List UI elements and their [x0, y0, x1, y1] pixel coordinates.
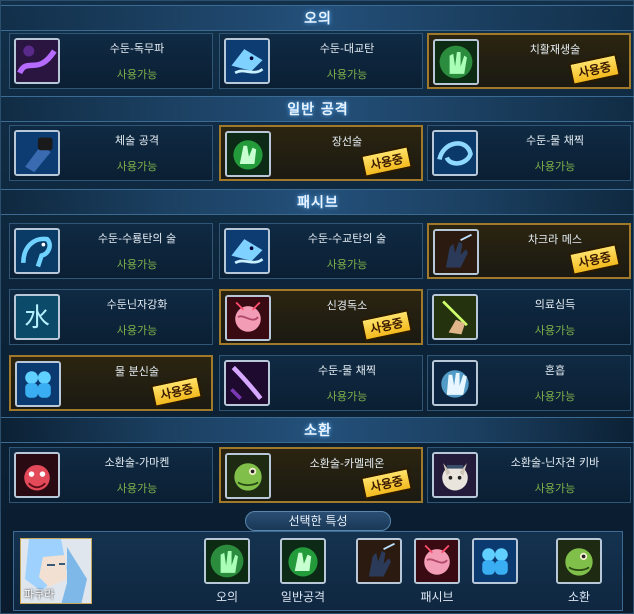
brain-icon: [225, 295, 271, 341]
skill-card[interactable]: 물 분신술 사용중: [9, 355, 213, 411]
healing-hand-icon: [433, 39, 479, 85]
skill-name: 수둔닌자강화: [106, 298, 168, 311]
glowing-hand-icon: [432, 360, 478, 406]
skill-status: 사용가능: [116, 324, 158, 337]
section-title: 오의: [304, 11, 332, 27]
skill-card[interactable]: 신경독소 사용중: [219, 289, 423, 345]
skill-name: 수둔-물 채찍: [525, 134, 585, 147]
skill-name: 체술 공격: [115, 134, 159, 147]
skill-status: 사용가능: [116, 258, 158, 271]
skill-name: 수둔-대교탄: [319, 42, 375, 55]
slot-passive-brain-icon[interactable]: [414, 538, 460, 584]
in-use-badge: 사용중: [568, 243, 621, 276]
slot-normal-green-palm-icon[interactable]: [280, 538, 326, 584]
skill-status: 사용가능: [534, 390, 576, 403]
in-use-badge: 사용중: [568, 53, 621, 86]
section-title: 소환: [304, 423, 332, 439]
purple-blade-icon: [224, 360, 270, 406]
section-header-ougi: 오의: [1, 5, 634, 31]
skill-status: 사용가능: [116, 68, 158, 81]
ninja-dog-icon: [432, 452, 478, 498]
chakra-glove-icon: [433, 229, 479, 275]
section-header-normal: 일반 공격: [1, 96, 634, 122]
skill-card[interactable]: 수둔-독무파사용가능: [9, 33, 213, 89]
skill-card[interactable]: 의료심득사용가능: [427, 289, 631, 345]
selected-traits-bar: 파쿠라 오의 일반공격 패시브 소환: [13, 531, 623, 611]
skill-card[interactable]: 소환술-닌자견 키바사용가능: [427, 447, 631, 503]
skill-card[interactable]: 장선술 사용중: [219, 125, 423, 181]
skill-name: 의료심득: [534, 298, 576, 311]
section-header-summon: 소환: [1, 417, 634, 443]
skill-status: 사용가능: [326, 258, 368, 271]
section-title: 패시브: [297, 195, 339, 211]
skill-card[interactable]: 水 수둔닌자강화사용가능: [9, 289, 213, 345]
red-toad-icon: [14, 452, 60, 498]
skill-card[interactable]: 혼흡사용가능: [427, 355, 631, 411]
fist-icon: [14, 130, 60, 176]
needle-hand-icon: [432, 294, 478, 340]
section-header-passive: 패시브: [1, 189, 634, 215]
skill-card[interactable]: 치활재생술 사용중: [427, 33, 631, 89]
purple-wave-icon: [14, 38, 60, 84]
character-name: 파쿠라: [24, 588, 55, 601]
skill-selection-panel: 오의 일반 공격 패시브 소환 수둔-독무파 사용가능 수둔-대교탄 사용가능 치활재생…: [0, 0, 634, 614]
slot-ougi-healing-hand-icon[interactable]: [204, 538, 250, 584]
water-clone-icon: [15, 361, 61, 407]
in-use-badge: 사용중: [360, 467, 413, 500]
skill-card[interactable]: 소환술-카멜레온 사용중: [219, 447, 423, 503]
skill-card[interactable]: 소환술-가마켄사용가능: [9, 447, 213, 503]
shark-icon: [224, 38, 270, 84]
slot-label-passive: 패시브: [420, 590, 454, 604]
skill-status: 사용가능: [116, 160, 158, 173]
water-dragon-icon: [14, 228, 60, 274]
skill-status: 사용가능: [534, 324, 576, 337]
skill-name: 수둔-수교탄의 술: [307, 232, 387, 245]
skill-name: 수둔-수룡탄의 술: [97, 232, 177, 245]
skill-name: 수둔-독무파: [109, 42, 165, 55]
slot-passive-water-clone-icon[interactable]: [472, 538, 518, 584]
skill-card[interactable]: 차크라 메스 사용중: [427, 223, 631, 279]
skill-name: 소환술-닌자견 키바: [510, 456, 600, 469]
skill-card[interactable]: 수둔-수룡탄의 술사용가능: [9, 223, 213, 279]
skill-card[interactable]: 수둔-대교탄사용가능: [219, 33, 423, 89]
water-kanji-icon: 水: [14, 294, 60, 340]
water-whip-icon: [432, 130, 478, 176]
in-use-badge: 사용중: [360, 309, 413, 342]
slot-label-normal: 일반공격: [280, 590, 326, 604]
in-use-badge: 사용중: [360, 145, 413, 178]
svg-text:水: 水: [24, 303, 50, 333]
skill-status: 사용가능: [326, 390, 368, 403]
skill-status: 사용가능: [534, 482, 576, 495]
skill-card[interactable]: 체술 공격사용가능: [9, 125, 213, 181]
slot-label-ougi: 오의: [215, 590, 239, 604]
shark-icon: [224, 228, 270, 274]
green-palm-icon: [225, 131, 271, 177]
skill-card[interactable]: 수둔-수교탄의 술사용가능: [219, 223, 423, 279]
skill-status: 사용가능: [534, 160, 576, 173]
skill-card[interactable]: 수둔-물 채찍사용가능: [219, 355, 423, 411]
skill-status: 사용가능: [116, 482, 158, 495]
slot-passive-chakra-glove-icon[interactable]: [356, 538, 402, 584]
skill-name: 소환술-가마켄: [104, 456, 170, 469]
section-title: 일반 공격: [287, 102, 349, 118]
selected-traits-title: 선택한 특성: [245, 511, 391, 531]
skill-status: 사용가능: [326, 68, 368, 81]
chameleon-icon: [225, 453, 271, 499]
skill-name: 혼흡: [544, 364, 566, 377]
slot-summon-chameleon-icon[interactable]: [556, 538, 602, 584]
skill-name: 수둔-물 채찍: [317, 364, 377, 377]
in-use-badge: 사용중: [150, 375, 203, 408]
slot-label-summon: 소환: [567, 590, 591, 604]
skill-card[interactable]: 수둔-물 채찍사용가능: [427, 125, 631, 181]
